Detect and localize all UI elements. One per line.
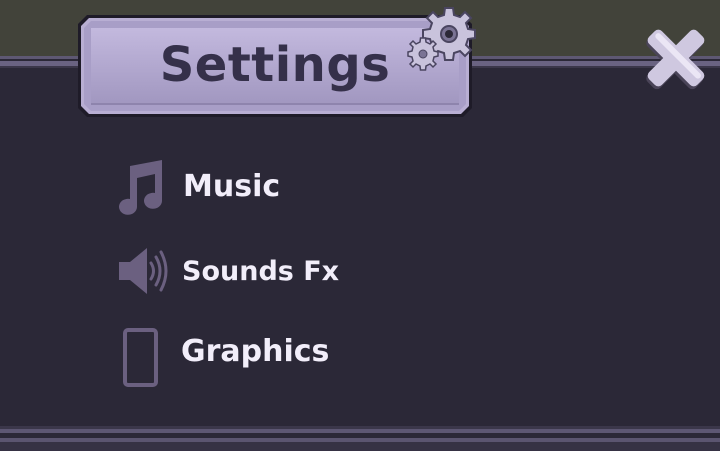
menu-item-graphics-label: Graphics — [181, 334, 330, 369]
close-x-icon — [646, 29, 705, 90]
menu-item-sounds[interactable]: Sounds Fx — [110, 242, 430, 302]
panel-bottom-border — [0, 426, 720, 451]
gears-icon — [405, 0, 483, 72]
music-note-icon — [119, 160, 162, 215]
menu-item-sounds-label: Sounds Fx — [182, 256, 340, 287]
close-button[interactable] — [643, 25, 709, 91]
menu-item-graphics[interactable]: Graphics — [110, 322, 430, 387]
speaker-icon — [119, 248, 168, 294]
menu-item-music-label: Music — [183, 169, 281, 204]
phone-screen-icon — [123, 328, 158, 387]
menu-item-music[interactable]: Music — [110, 157, 430, 217]
